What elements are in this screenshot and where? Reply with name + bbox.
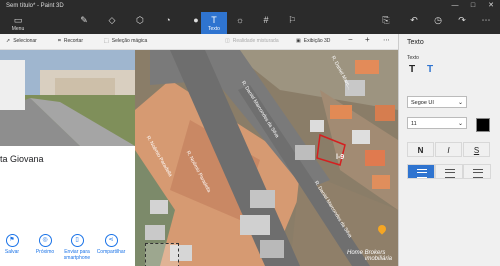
bold-button[interactable]: N [407, 142, 434, 157]
title-bar: Sem título* - Paint 3D — □ ✕ [0, 0, 500, 12]
text-side-panel: Texto Texto T T Segoe UI ⌄ 11 ⌄ N I S [398, 34, 500, 266]
more-options-button[interactable]: ⋯ [383, 36, 390, 44]
share-label: Compartilhar [96, 249, 126, 255]
nearby-button[interactable]: ◎ Próximo [31, 234, 59, 255]
text-tool-label: Texto [208, 26, 220, 32]
undo-icon: ↶ [410, 15, 418, 25]
sun-icon: ☼ [235, 15, 245, 25]
lot-label: l-9 [336, 154, 345, 161]
menu-button[interactable]: ▭ Menu [4, 12, 32, 34]
brush-icon: ✎ [80, 15, 88, 25]
library-icon: ⚐ [287, 15, 297, 25]
mixed-reality-icon: ◫ [225, 38, 230, 44]
view3d-button[interactable]: ▣ Exibição 3D [296, 38, 330, 44]
more-icon: ⋯ [481, 15, 491, 25]
zoom-in-button[interactable]: + [365, 35, 370, 44]
redo-button[interactable]: ↷ [450, 12, 474, 34]
magic-select-label: Seleção mágica [111, 38, 148, 44]
align-center-icon [445, 169, 455, 178]
nearby-icon: ◎ [38, 234, 52, 247]
chevron-down-icon: ⌄ [457, 121, 463, 127]
save-place-label: Salvar [4, 249, 20, 255]
text-color-swatch[interactable] [476, 118, 490, 132]
underline-button[interactable]: S [463, 142, 490, 157]
chevron-down-icon: ⌄ [457, 100, 463, 106]
folder-icon: ▭ [13, 15, 23, 25]
align-center-button[interactable] [435, 164, 463, 179]
cursor-icon: ➚ [6, 38, 11, 44]
redo-icon: ↷ [458, 15, 466, 25]
select-label: Selecionar [13, 38, 37, 44]
select-button[interactable]: ➚ Selecionar [6, 38, 37, 44]
stickers-tool[interactable]: ◔ [156, 12, 180, 34]
undo-button[interactable]: ↶ [402, 12, 426, 34]
text-icon: T [211, 15, 217, 25]
zoom-out-button[interactable]: − [348, 35, 353, 44]
mixed-reality-label: Realidade misturada [232, 38, 279, 44]
text-type-label: Texto [407, 55, 419, 61]
more-button[interactable]: ⋯ [474, 12, 498, 34]
font-family-value: Segoe UI [411, 100, 434, 106]
align-left-button[interactable] [407, 164, 435, 179]
watermark-line2: imobiliária [364, 256, 392, 262]
canvas[interactable]: R. Noêmio Paradella R. Noêmio Paradella … [0, 50, 398, 266]
minimize-button[interactable]: — [446, 0, 464, 12]
ribbon: ▭ Menu ✎ ◇ ⬡ ◔ ● T Texto ☼ # ⚐ ⎘ ↶ ◷ ↷ ⋯ [0, 12, 500, 34]
send-to-phone-button[interactable]: ▯ Enviar para smartphone [60, 234, 94, 261]
place-name: ta Giovana [0, 154, 44, 164]
crop-button[interactable]: ⌗ Recortar [58, 38, 83, 44]
italic-button[interactable]: I [435, 142, 462, 157]
watermark: Home Brokers imobiliária [347, 250, 392, 262]
magic-select-button[interactable]: ⬚ Seleção mágica [104, 38, 147, 44]
menu-label: Menu [11, 26, 25, 32]
share-icon: ⋖ [104, 234, 118, 247]
align-right-icon [473, 169, 483, 178]
crop-label: Recortar [63, 38, 84, 44]
3d-text-button[interactable]: T [427, 64, 433, 75]
2d-shapes-tool[interactable]: ◇ [100, 12, 124, 34]
mixed-reality-button[interactable]: ◫ Realidade misturada [225, 38, 279, 44]
paste-icon: ⎘ [382, 15, 390, 25]
crop-icon: ⌗ [58, 38, 61, 44]
sticker-icon: ◔ [165, 15, 171, 25]
font-size-select[interactable]: 11 ⌄ [407, 117, 467, 129]
selection-rectangle[interactable] [145, 243, 179, 266]
shapes-2d-icon: ◇ [108, 15, 116, 25]
3d-shapes-tool[interactable]: ⬡ [128, 12, 152, 34]
window-title: Sem título* - Paint 3D [6, 3, 64, 9]
street-view-photo [0, 50, 135, 146]
phone-icon: ▯ [70, 234, 84, 247]
3d-library-tool[interactable]: ⚐ [280, 12, 304, 34]
view3d-icon: ▣ [296, 38, 301, 44]
window-controls: — □ ✕ [446, 0, 500, 12]
effects-sun-tool[interactable]: ☼ [228, 12, 252, 34]
command-bar: ➚ Selecionar ⌗ Recortar ⬚ Seleção mágica… [0, 34, 398, 50]
view3d-label: Exibição 3D [303, 38, 331, 44]
history-button[interactable]: ◷ [426, 12, 450, 34]
brushes-tool[interactable]: ✎ [72, 12, 96, 34]
canvas-tool[interactable]: # [254, 12, 278, 34]
share-button[interactable]: ⋖ Compartilhar [95, 234, 127, 255]
text-tool[interactable]: T Texto [201, 12, 227, 34]
align-right-button[interactable] [463, 164, 491, 179]
maximize-button[interactable]: □ [464, 0, 482, 12]
bookmark-icon: ⚑ [5, 234, 19, 247]
align-left-icon [417, 169, 427, 178]
nearby-label: Próximo [35, 249, 55, 255]
2d-text-button[interactable]: T [409, 64, 415, 75]
canvas-icon: # [263, 15, 269, 25]
magic-select-icon: ⬚ [104, 38, 109, 44]
font-size-value: 11 [411, 121, 417, 127]
cube-icon: ⬡ [136, 15, 144, 25]
paste-button[interactable]: ⎘ [374, 12, 398, 34]
font-family-select[interactable]: Segoe UI ⌄ [407, 96, 467, 108]
send-to-phone-label: Enviar para smartphone [63, 249, 91, 261]
street-view-image [0, 50, 135, 146]
place-info-panel: ta Giovana ⚑ Salvar ◎ Próximo ▯ Enviar p… [0, 146, 135, 266]
close-button[interactable]: ✕ [482, 0, 500, 12]
history-icon: ◷ [434, 15, 442, 25]
side-panel-title: Texto [407, 39, 424, 46]
save-place-button[interactable]: ⚑ Salvar [0, 234, 26, 255]
